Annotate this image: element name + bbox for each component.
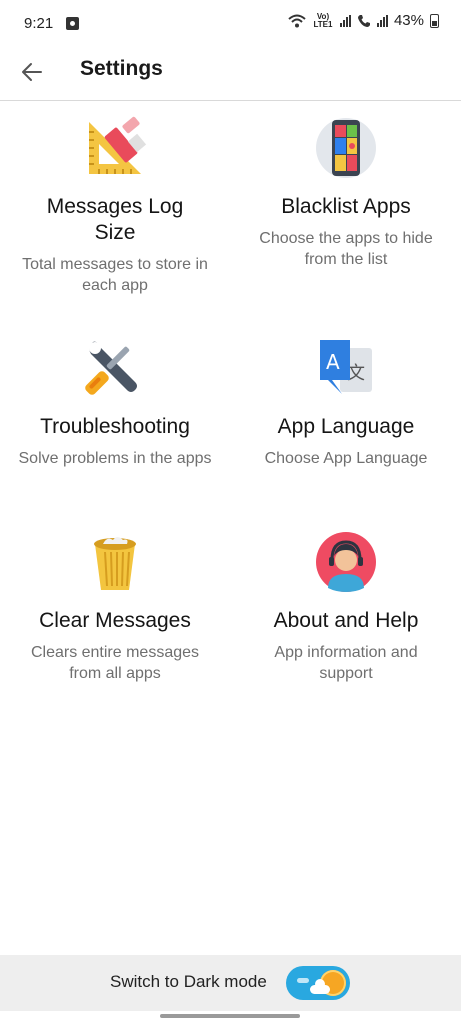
cloud-icon — [310, 979, 330, 994]
signal-2-icon — [376, 14, 388, 27]
tile-messages-log-size[interactable]: Messages Log Size Total messages to stor… — [0, 116, 230, 296]
dark-mode-toggle[interactable] — [286, 966, 350, 1000]
status-bar: 9:21 Vo) LTE1 43% — [0, 0, 461, 48]
status-time: 9:21 — [24, 15, 54, 32]
trash-bin-icon — [83, 530, 147, 594]
tile-subtitle: Solve problems in the apps — [18, 450, 212, 467]
wrench-screwdriver-icon — [83, 336, 147, 400]
arrow-left-icon — [22, 63, 42, 81]
status-indicators: Vo) LTE1 43% — [288, 12, 439, 29]
tile-about-and-help[interactable]: About and Help App information and suppo… — [231, 530, 461, 684]
volte-label: Vo) LTE1 — [313, 11, 333, 29]
cloud-small-icon — [297, 978, 309, 983]
tile-clear-messages[interactable]: Clear Messages Clears entire messages fr… — [0, 530, 230, 684]
phone-apps-icon — [314, 116, 378, 180]
back-button[interactable] — [14, 54, 50, 90]
tile-title: App Language — [277, 415, 415, 438]
tile-subtitle: Choose App Language — [264, 450, 428, 467]
tile-title: Blacklist Apps — [281, 195, 411, 218]
tile-subtitle: Total messages to store in each app — [22, 256, 208, 294]
tile-subtitle: Clears entire messages from all apps — [30, 644, 200, 682]
tile-troubleshooting[interactable]: Troubleshooting Solve problems in the ap… — [0, 336, 230, 469]
signal-1-icon — [339, 14, 351, 27]
tile-subtitle: Choose the apps to hide from the list — [259, 230, 433, 268]
home-indicator[interactable] — [160, 1014, 300, 1018]
tile-title: Messages Log Size — [46, 195, 184, 244]
tile-subtitle: App information and support — [274, 644, 418, 682]
translate-icon: 文 A — [314, 336, 378, 400]
tile-title: Clear Messages — [39, 609, 191, 632]
call-icon — [357, 14, 370, 27]
dark-mode-bar: Switch to Dark mode — [0, 955, 461, 1011]
tile-blacklist-apps[interactable]: Blacklist Apps Choose the apps to hide f… — [231, 116, 461, 270]
wifi-icon — [288, 14, 306, 27]
battery-icon — [430, 13, 439, 28]
page-title: Settings — [80, 57, 163, 80]
battery-percent: 43% — [393, 12, 424, 29]
tile-app-language[interactable]: 文 A App Language Choose App Language — [231, 336, 461, 469]
support-agent-icon — [314, 530, 378, 594]
ruler-triangle-icon — [83, 116, 147, 180]
notification-app-icon — [66, 17, 79, 30]
app-bar: Settings — [0, 48, 461, 101]
svg-text:A: A — [326, 350, 340, 374]
dark-mode-label: Switch to Dark mode — [110, 972, 267, 991]
tile-title: Troubleshooting — [40, 415, 190, 438]
tile-title: About and Help — [273, 609, 419, 632]
